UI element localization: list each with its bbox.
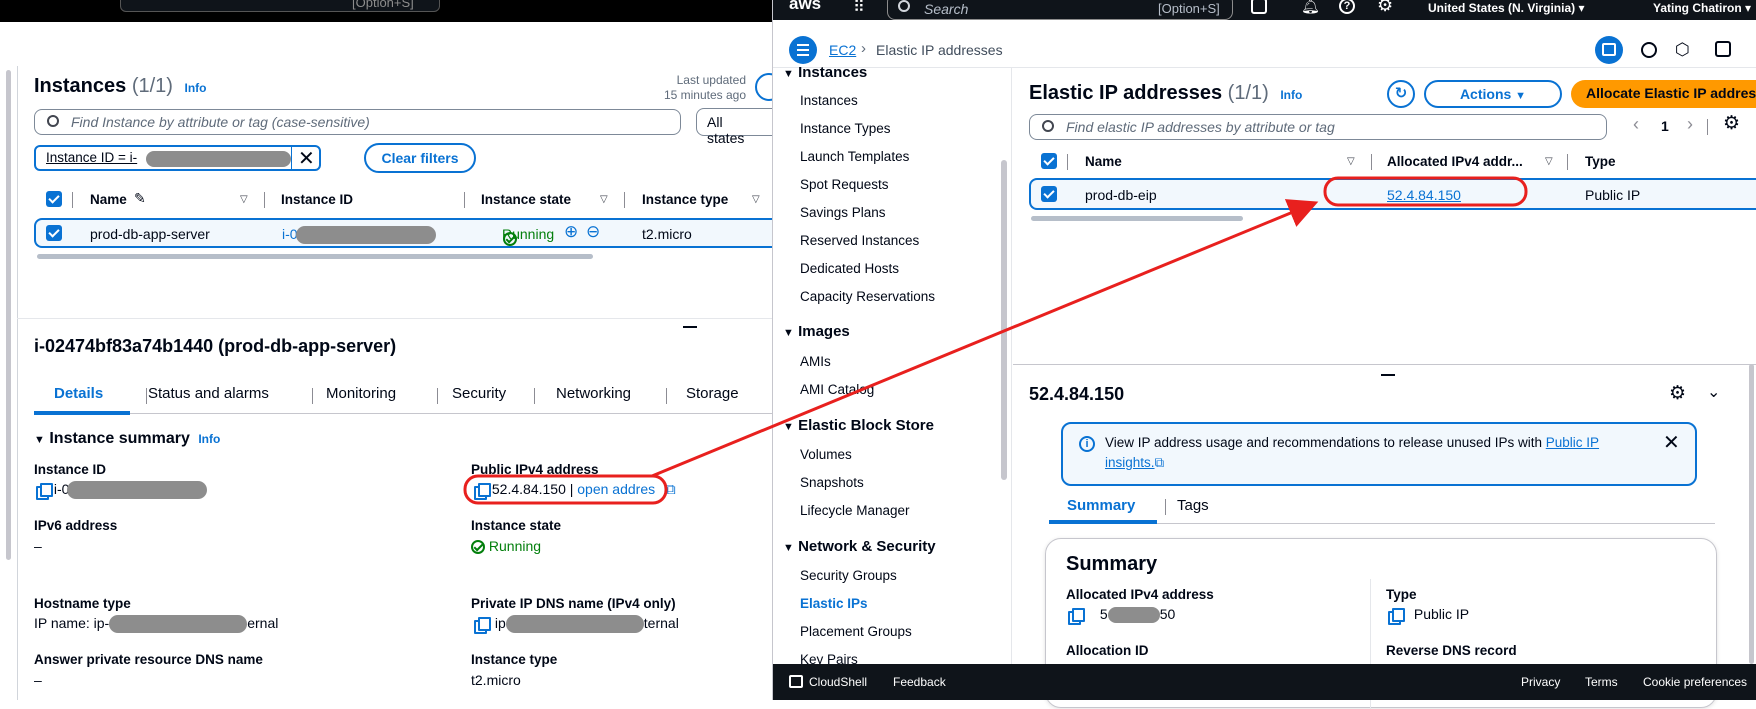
annotation-overlay [463,176,1528,505]
annotation-circle-left [463,474,668,505]
annotation-arrow [651,199,1319,478]
annotation-circle-right [1323,176,1528,207]
